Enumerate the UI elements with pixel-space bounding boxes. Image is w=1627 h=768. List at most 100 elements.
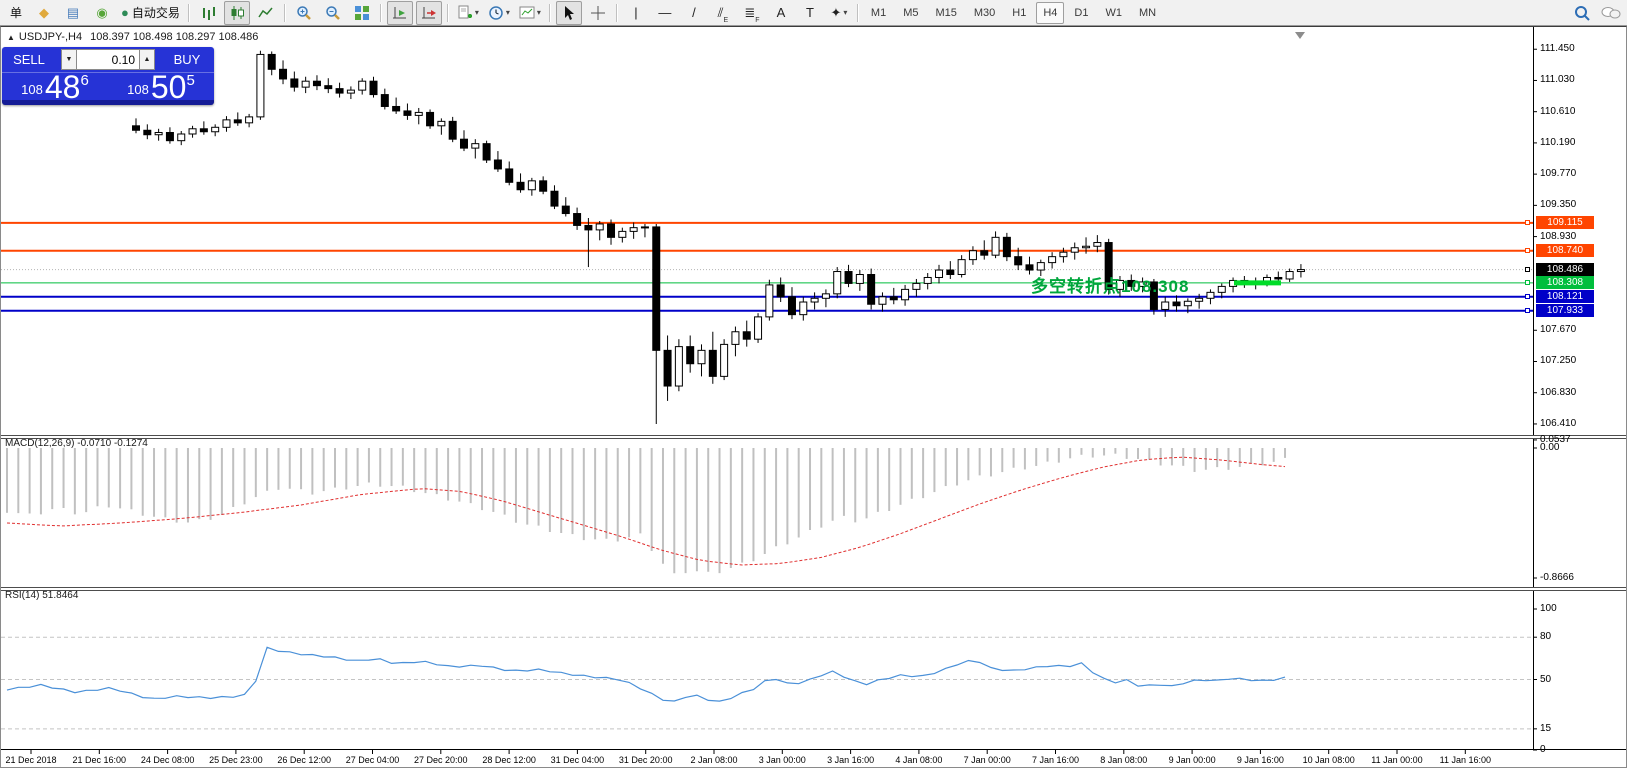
line-drag-handle[interactable] xyxy=(1525,308,1530,313)
rsi-axis-tick: 15 xyxy=(1540,723,1551,734)
one-click-trading-panel: SELL ▼ ▲ BUY 108486 108505 xyxy=(2,47,214,105)
pane-splitter-rsi[interactable] xyxy=(1,587,1626,591)
macd-histogram xyxy=(7,448,1285,573)
channel-icon[interactable]: ⫽E xyxy=(710,1,736,25)
price-line-label-109.115: 109.115 xyxy=(1536,216,1594,229)
timeframe-h4-button[interactable]: H4 xyxy=(1036,2,1064,24)
toolbar-separator xyxy=(616,4,618,22)
line-drag-handle[interactable] xyxy=(1525,248,1530,253)
zoom-in-icon[interactable] xyxy=(291,1,317,25)
price-line-label-108.740: 108.740 xyxy=(1536,244,1594,257)
chart-window: ▲ USDJPY-,H4 108.397 108.498 108.297 108.4… xyxy=(0,26,1627,768)
macd-axis-bottom: -0.8666 xyxy=(1540,572,1574,583)
time-axis-label: 3 Jan 00:00 xyxy=(759,755,806,765)
time-axis-label: 27 Dec 20:00 xyxy=(414,755,468,765)
timeframe-m15-button[interactable]: M15 xyxy=(928,2,963,24)
periods-icon[interactable]: ▾ xyxy=(485,1,513,25)
search-icon[interactable] xyxy=(1574,5,1591,22)
line-drag-handle[interactable] xyxy=(1525,294,1530,299)
chart-title: ▲ USDJPY-,H4 108.397 108.498 108.297 108.4… xyxy=(7,31,258,43)
timeframe-m1-button[interactable]: M1 xyxy=(864,2,893,24)
timeframe-m30-button[interactable]: M30 xyxy=(967,2,1002,24)
zoom-out-icon[interactable] xyxy=(320,1,346,25)
volume-decrease-button[interactable]: ▼ xyxy=(61,49,77,70)
new-order-button[interactable]: 单 xyxy=(2,1,28,25)
sell-price[interactable]: 108486 xyxy=(2,73,108,101)
rsi-axis-tick: 50 xyxy=(1540,674,1551,685)
line-drag-handle[interactable] xyxy=(1525,280,1530,285)
time-axis-label: 10 Jan 08:00 xyxy=(1303,755,1355,765)
volume-input[interactable] xyxy=(77,49,139,70)
bar-chart-icon[interactable] xyxy=(195,1,221,25)
fibonacci-icon[interactable]: ≣F xyxy=(739,1,765,25)
ohlc-values: 108.397 108.498 108.297 108.486 xyxy=(90,31,258,43)
chart-annotation-text: 多空转折点108.308 xyxy=(1031,272,1189,297)
auto-scroll-icon[interactable] xyxy=(387,1,413,25)
price-line-label-108.486: 108.486 xyxy=(1536,263,1594,276)
shapes-dropdown-arrow[interactable]: ▾ xyxy=(843,8,847,17)
price-axis-tick: 111.450 xyxy=(1540,43,1575,54)
line-chart-icon[interactable] xyxy=(253,1,279,25)
price-axis-tick: 106.830 xyxy=(1540,387,1576,398)
price-axis-tick: 110.190 xyxy=(1540,137,1575,148)
cursor-icon[interactable] xyxy=(556,1,582,25)
tile-windows-icon[interactable] xyxy=(349,1,375,25)
indicators-dropdown-arrow[interactable]: ▾ xyxy=(475,8,479,17)
time-axis-label: 4 Jan 08:00 xyxy=(895,755,942,765)
rsi-axis-tick: 100 xyxy=(1540,603,1557,614)
time-axis-label: 27 Dec 04:00 xyxy=(346,755,400,765)
sell-button[interactable]: SELL xyxy=(2,52,56,67)
periods-dropdown-arrow[interactable]: ▾ xyxy=(506,8,510,17)
rsi-indicator-title: RSI(14) 51.8464 xyxy=(5,590,78,601)
toolbar-separator xyxy=(447,4,449,22)
time-axis-label: 31 Dec 20:00 xyxy=(619,755,673,765)
trendline-icon[interactable]: / xyxy=(681,1,707,25)
indicators-icon[interactable]: ▾ xyxy=(454,1,482,25)
text-icon[interactable]: A xyxy=(768,1,794,25)
time-axis-label: 9 Jan 16:00 xyxy=(1237,755,1284,765)
timeframe-mn-button[interactable]: MN xyxy=(1132,2,1163,24)
timeframe-w1-button[interactable]: W1 xyxy=(1098,2,1129,24)
market-watch-icon[interactable]: ◆ xyxy=(31,1,57,25)
chart-shift-icon[interactable] xyxy=(416,1,442,25)
toolbar-separator xyxy=(857,4,859,22)
autotrading-button[interactable]: ●自动交易 xyxy=(118,1,183,25)
time-axis-label: 24 Dec 08:00 xyxy=(141,755,195,765)
chart-canvas xyxy=(1,27,1626,767)
shapes-icon[interactable]: ✦▾ xyxy=(826,1,852,25)
time-axis-label: 9 Jan 00:00 xyxy=(1169,755,1216,765)
toolbar-separator xyxy=(284,4,286,22)
label-icon[interactable]: T xyxy=(797,1,823,25)
pane-splitter-macd[interactable] xyxy=(1,435,1626,439)
templates-icon[interactable]: ▾ xyxy=(516,1,544,25)
horizontal-line-icon[interactable]: — xyxy=(652,1,678,25)
price-axis-tick: 109.770 xyxy=(1540,168,1576,179)
collapse-icon[interactable]: ▲ xyxy=(7,33,15,42)
rsi-line xyxy=(7,647,1285,701)
crosshair-icon[interactable] xyxy=(585,1,611,25)
buy-button[interactable]: BUY xyxy=(160,52,214,67)
time-axis-label: 7 Jan 16:00 xyxy=(1032,755,1079,765)
chat-icon[interactable] xyxy=(1601,5,1621,21)
timeframe-d1-button[interactable]: D1 xyxy=(1067,2,1095,24)
timeframe-h1-button[interactable]: H1 xyxy=(1005,2,1033,24)
chart-shift-marker-icon[interactable] xyxy=(1295,32,1305,39)
time-axis-label: 2 Jan 08:00 xyxy=(690,755,737,765)
rsi-axis-tick: 80 xyxy=(1540,631,1551,642)
templates-dropdown-arrow[interactable]: ▾ xyxy=(537,8,541,17)
signals-icon[interactable]: ◉ xyxy=(89,1,115,25)
navigator-icon[interactable]: ▤ xyxy=(60,1,86,25)
price-line-label-108.308: 108.308 xyxy=(1536,276,1594,289)
price-axis-tick: 110.610 xyxy=(1540,106,1575,117)
line-drag-handle[interactable] xyxy=(1525,220,1530,225)
vertical-line-icon[interactable]: | xyxy=(623,1,649,25)
timeframe-m5-button[interactable]: M5 xyxy=(896,2,925,24)
buy-price[interactable]: 108505 xyxy=(108,73,214,101)
time-axis-label: 26 Dec 12:00 xyxy=(277,755,331,765)
candlestick-chart-icon[interactable] xyxy=(224,1,250,25)
time-axis-label: 11 Jan 16:00 xyxy=(1440,755,1491,765)
line-drag-handle[interactable] xyxy=(1525,267,1530,272)
macd-indicator-title: MACD(12,26,9) -0.0710 -0.1274 xyxy=(5,438,148,449)
volume-increase-button[interactable]: ▲ xyxy=(139,49,155,70)
symbol-period-label: USDJPY-,H4 xyxy=(19,31,82,43)
